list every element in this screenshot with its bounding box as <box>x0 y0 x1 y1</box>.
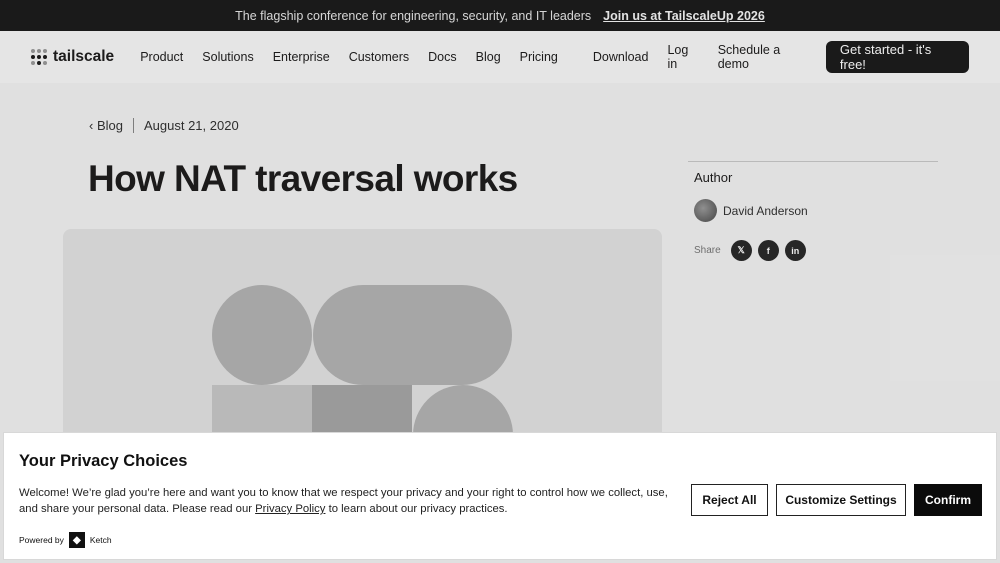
powered-by: Powered by ◆ Ketch <box>19 532 112 548</box>
privacy-policy-link[interactable]: Privacy Policy <box>255 503 325 515</box>
powered-by-label: Powered by <box>19 535 64 545</box>
privacy-banner: Your Privacy Choices Welcome! We’re glad… <box>3 432 997 560</box>
customize-settings-button[interactable]: Customize Settings <box>776 484 906 516</box>
reject-all-button[interactable]: Reject All <box>691 484 768 516</box>
privacy-title: Your Privacy Choices <box>19 452 188 470</box>
confirm-button[interactable]: Confirm <box>914 484 982 516</box>
privacy-message-text-end: to learn about our privacy practices. <box>325 503 508 515</box>
ketch-logo-icon: ◆ <box>68 532 85 548</box>
ketch-brand: Ketch <box>89 535 112 545</box>
privacy-message: Welcome! We’re glad you’re here and want… <box>19 485 669 517</box>
